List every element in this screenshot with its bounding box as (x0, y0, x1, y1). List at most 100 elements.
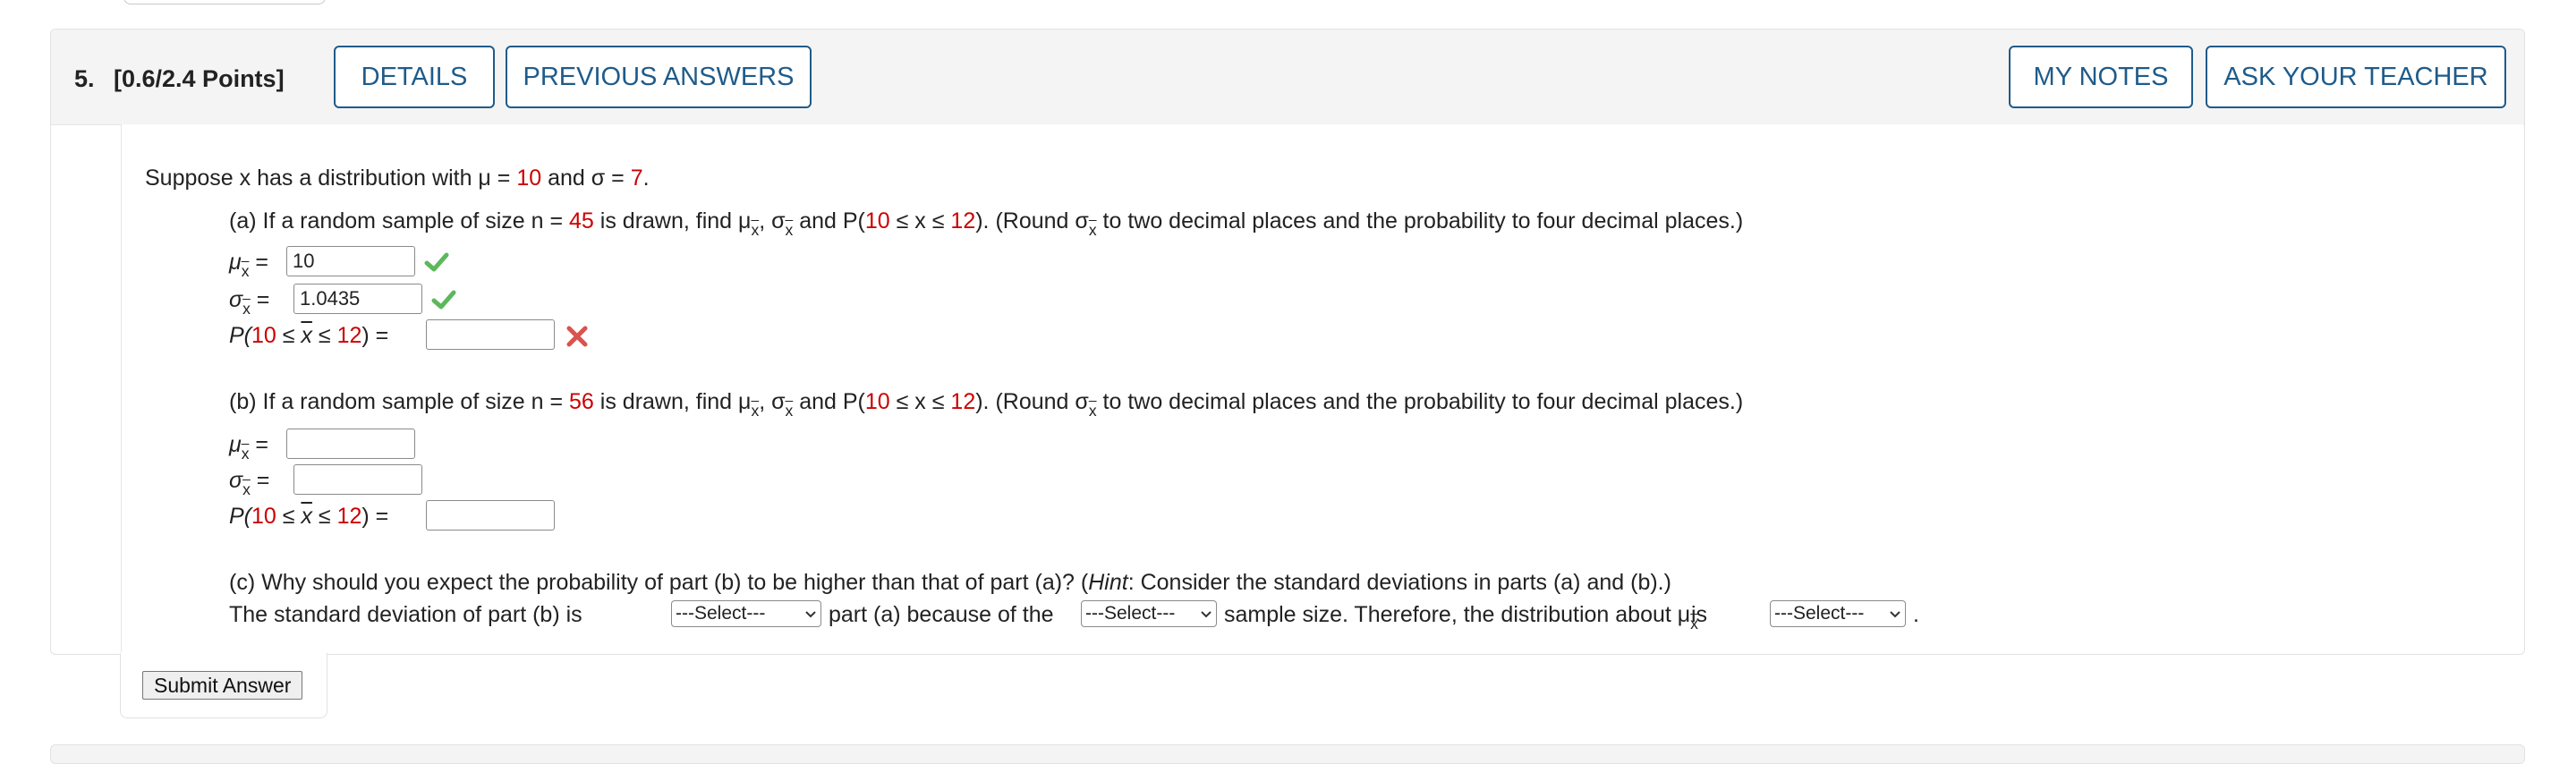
part-c-line-1: The standard deviation of part (b) is (229, 602, 582, 627)
prompt-text: , σ (759, 389, 786, 414)
part-b-prompt: (b) If a random sample of size n = 56 is… (229, 389, 1743, 420)
upper-bound-value: 12 (950, 389, 976, 414)
submit-panel: Submit Answer (120, 653, 327, 718)
question-header: 5. [0.6/2.4 Points] DETAILS PREVIOUS ANS… (51, 30, 2524, 125)
select-value: ---Select--- (1774, 603, 1865, 624)
mu-xbar-label: μx = (229, 250, 268, 281)
question-body: Suppose x has a distribution with μ = 10… (121, 124, 2523, 652)
part-c-line-4: is (1691, 602, 1708, 627)
part-c-line-3: sample size. Therefore, the distribution… (1224, 602, 1698, 633)
ask-your-teacher-button[interactable]: ASK YOUR TEACHER (2206, 46, 2506, 108)
prompt-text: , σ (759, 208, 786, 233)
chevron-down-icon (805, 611, 816, 618)
my-notes-button[interactable]: MY NOTES (2009, 46, 2193, 108)
cross-icon (566, 326, 588, 347)
next-question-card (50, 744, 2525, 764)
sigma-xbar-label: σx = (229, 287, 269, 318)
prompt-text: : Consider the standard deviations in pa… (1127, 570, 1671, 595)
previous-question-tab (123, 0, 326, 4)
le-sign: ≤ (311, 504, 337, 529)
part-b-probability-input[interactable] (426, 500, 555, 531)
check-icon (431, 290, 456, 310)
part-a-sigma-input[interactable] (293, 284, 422, 314)
prompt-text: ). (Round σ (975, 208, 1089, 233)
chevron-down-icon (1890, 611, 1900, 618)
subscript-x: x (785, 220, 794, 239)
prompt-text: ≤ x ≤ (889, 208, 951, 233)
le-sign: ≤ (311, 323, 337, 348)
standard-deviation-comparison-select[interactable]: ---Select--- (671, 600, 821, 627)
mu-symbol: μ (229, 250, 242, 275)
lower-bound-value: 10 (251, 504, 276, 529)
part-a-prompt: (a) If a random sample of size n = 45 is… (229, 208, 1743, 240)
distribution-shape-select[interactable]: ---Select--- (1770, 600, 1906, 627)
prompt-text: (b) If a random sample of size n = (229, 389, 570, 414)
sigma-symbol: σ (229, 468, 243, 493)
prompt-text: is drawn, find μ (593, 208, 752, 233)
lower-bound-value: 10 (251, 323, 276, 348)
part-a-probability-label: P(10 ≤ x ≤ 12) = (229, 323, 388, 349)
subscript-x: x (1088, 220, 1097, 239)
sample-size-value: 56 (569, 389, 594, 414)
subscript-x: x (242, 480, 251, 498)
prompt-text: and P( (793, 208, 865, 233)
details-button[interactable]: DETAILS (334, 46, 495, 108)
upper-bound-value: 12 (336, 323, 362, 348)
upper-bound-value: 12 (950, 208, 976, 233)
chevron-down-icon (1201, 611, 1211, 618)
part-c-line-5: . (1913, 602, 1919, 627)
question-intro: Suppose x has a distribution with μ = 10… (145, 166, 650, 191)
submit-answer-button[interactable]: Submit Answer (142, 671, 303, 700)
sample-size-comparison-select[interactable]: ---Select--- (1081, 600, 1217, 627)
probability-close: ) = (361, 504, 389, 529)
le-sign: ≤ (276, 323, 302, 348)
lower-bound-value: 10 (864, 208, 890, 233)
upper-bound-value: 12 (336, 504, 362, 529)
subscript-x: x (751, 401, 760, 420)
subscript-x: x (785, 401, 794, 420)
question-points: [0.6/2.4 Points] (114, 65, 285, 92)
prompt-text: to two decimal places and the probabilit… (1096, 208, 1744, 233)
prompt-text: and P( (793, 389, 865, 414)
prompt-text: ). (Round σ (975, 389, 1089, 414)
hint-word: Hint (1088, 570, 1128, 595)
prompt-text: ≤ x ≤ (889, 389, 951, 414)
previous-answers-button[interactable]: PREVIOUS ANSWERS (506, 46, 812, 108)
prompt-text: (c) Why should you expect the probabilit… (229, 570, 1089, 595)
subscript-x: x (1088, 401, 1097, 420)
select-value: ---Select--- (1085, 603, 1176, 624)
question-number: 5. (74, 65, 95, 92)
x-bar: x (301, 504, 312, 529)
part-c-line-2: part (a) because of the (829, 602, 1054, 627)
check-icon (424, 252, 449, 272)
lower-bound-value: 10 (864, 389, 890, 414)
prompt-text: (a) If a random sample of size n = (229, 208, 570, 233)
subscript-x: x (242, 299, 251, 318)
intro-text: . (642, 166, 650, 191)
intro-text: and σ = (541, 166, 631, 191)
select-value: ---Select--- (676, 603, 766, 624)
sigma-symbol: σ (229, 287, 243, 312)
intro-text: Suppose x has a distribution with μ = (145, 166, 517, 191)
part-b-probability-label: P(10 ≤ x ≤ 12) = (229, 504, 388, 530)
probability-open: P( (229, 504, 251, 529)
sigma-xbar-label: σx = (229, 468, 269, 499)
part-b-sigma-input[interactable] (293, 464, 422, 495)
equals-sign: = (249, 432, 268, 457)
prompt-text: is drawn, find μ (593, 389, 752, 414)
mu-xbar-label: μx = (229, 432, 268, 463)
part-a-probability-input[interactable] (426, 319, 555, 350)
subscript-x: x (751, 220, 760, 239)
intro-sigma-value: 7 (630, 166, 643, 191)
part-a-mu-input[interactable] (286, 246, 415, 276)
equals-sign: = (249, 250, 268, 275)
part-b-mu-input[interactable] (286, 429, 415, 459)
equals-sign: = (250, 287, 270, 312)
question-card: 5. [0.6/2.4 Points] DETAILS PREVIOUS ANS… (50, 29, 2525, 655)
probability-open: P( (229, 323, 251, 348)
prompt-text: sample size. Therefore, the distribution… (1224, 602, 1691, 627)
part-c-question: (c) Why should you expect the probabilit… (229, 570, 1671, 596)
x-bar: x (301, 323, 312, 348)
intro-mu-value: 10 (516, 166, 542, 191)
le-sign: ≤ (276, 504, 302, 529)
